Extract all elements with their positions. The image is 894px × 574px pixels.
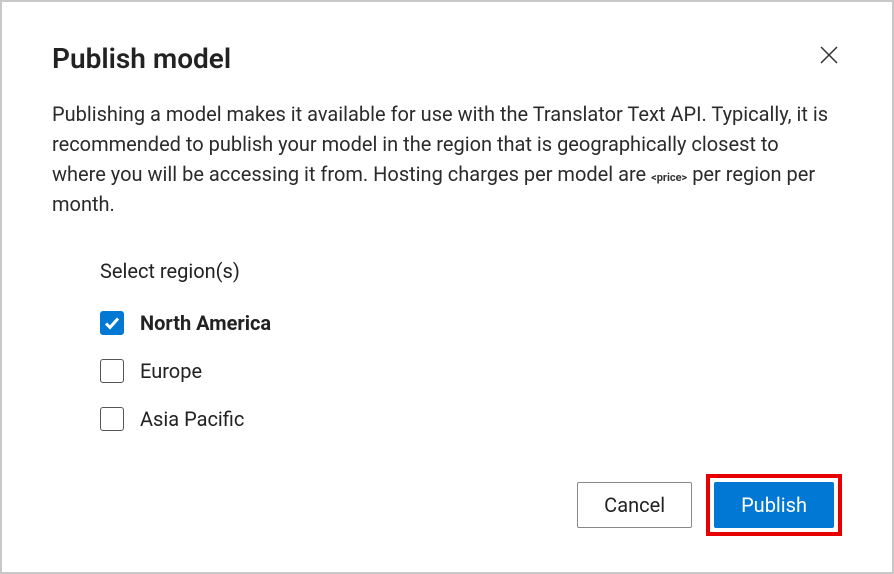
dialog-title: Publish model	[52, 42, 231, 75]
region-section: Select region(s) North America Europe As…	[52, 259, 842, 431]
region-option-asia-pacific[interactable]: Asia Pacific	[100, 407, 842, 431]
publish-model-dialog: Publish model Publishing a model makes i…	[0, 0, 894, 574]
price-placeholder: <price>	[651, 171, 687, 184]
region-label-north-america: North America	[140, 311, 271, 335]
publish-button[interactable]: Publish	[714, 482, 834, 528]
close-icon	[820, 46, 838, 64]
region-label-asia-pacific: Asia Pacific	[140, 407, 244, 431]
dialog-description: Publishing a model makes it available fo…	[52, 99, 832, 219]
publish-button-highlight: Publish	[706, 474, 842, 536]
checkbox-north-america[interactable]	[100, 311, 124, 335]
region-option-europe[interactable]: Europe	[100, 359, 842, 383]
dialog-footer: Cancel Publish	[577, 474, 842, 536]
close-button[interactable]	[816, 42, 842, 68]
check-icon	[104, 315, 120, 331]
region-section-label: Select region(s)	[100, 259, 842, 283]
cancel-button[interactable]: Cancel	[577, 482, 692, 528]
region-label-europe: Europe	[140, 359, 202, 383]
checkbox-europe[interactable]	[100, 359, 124, 383]
dialog-header: Publish model	[52, 42, 842, 75]
region-option-north-america[interactable]: North America	[100, 311, 842, 335]
checkbox-asia-pacific[interactable]	[100, 407, 124, 431]
